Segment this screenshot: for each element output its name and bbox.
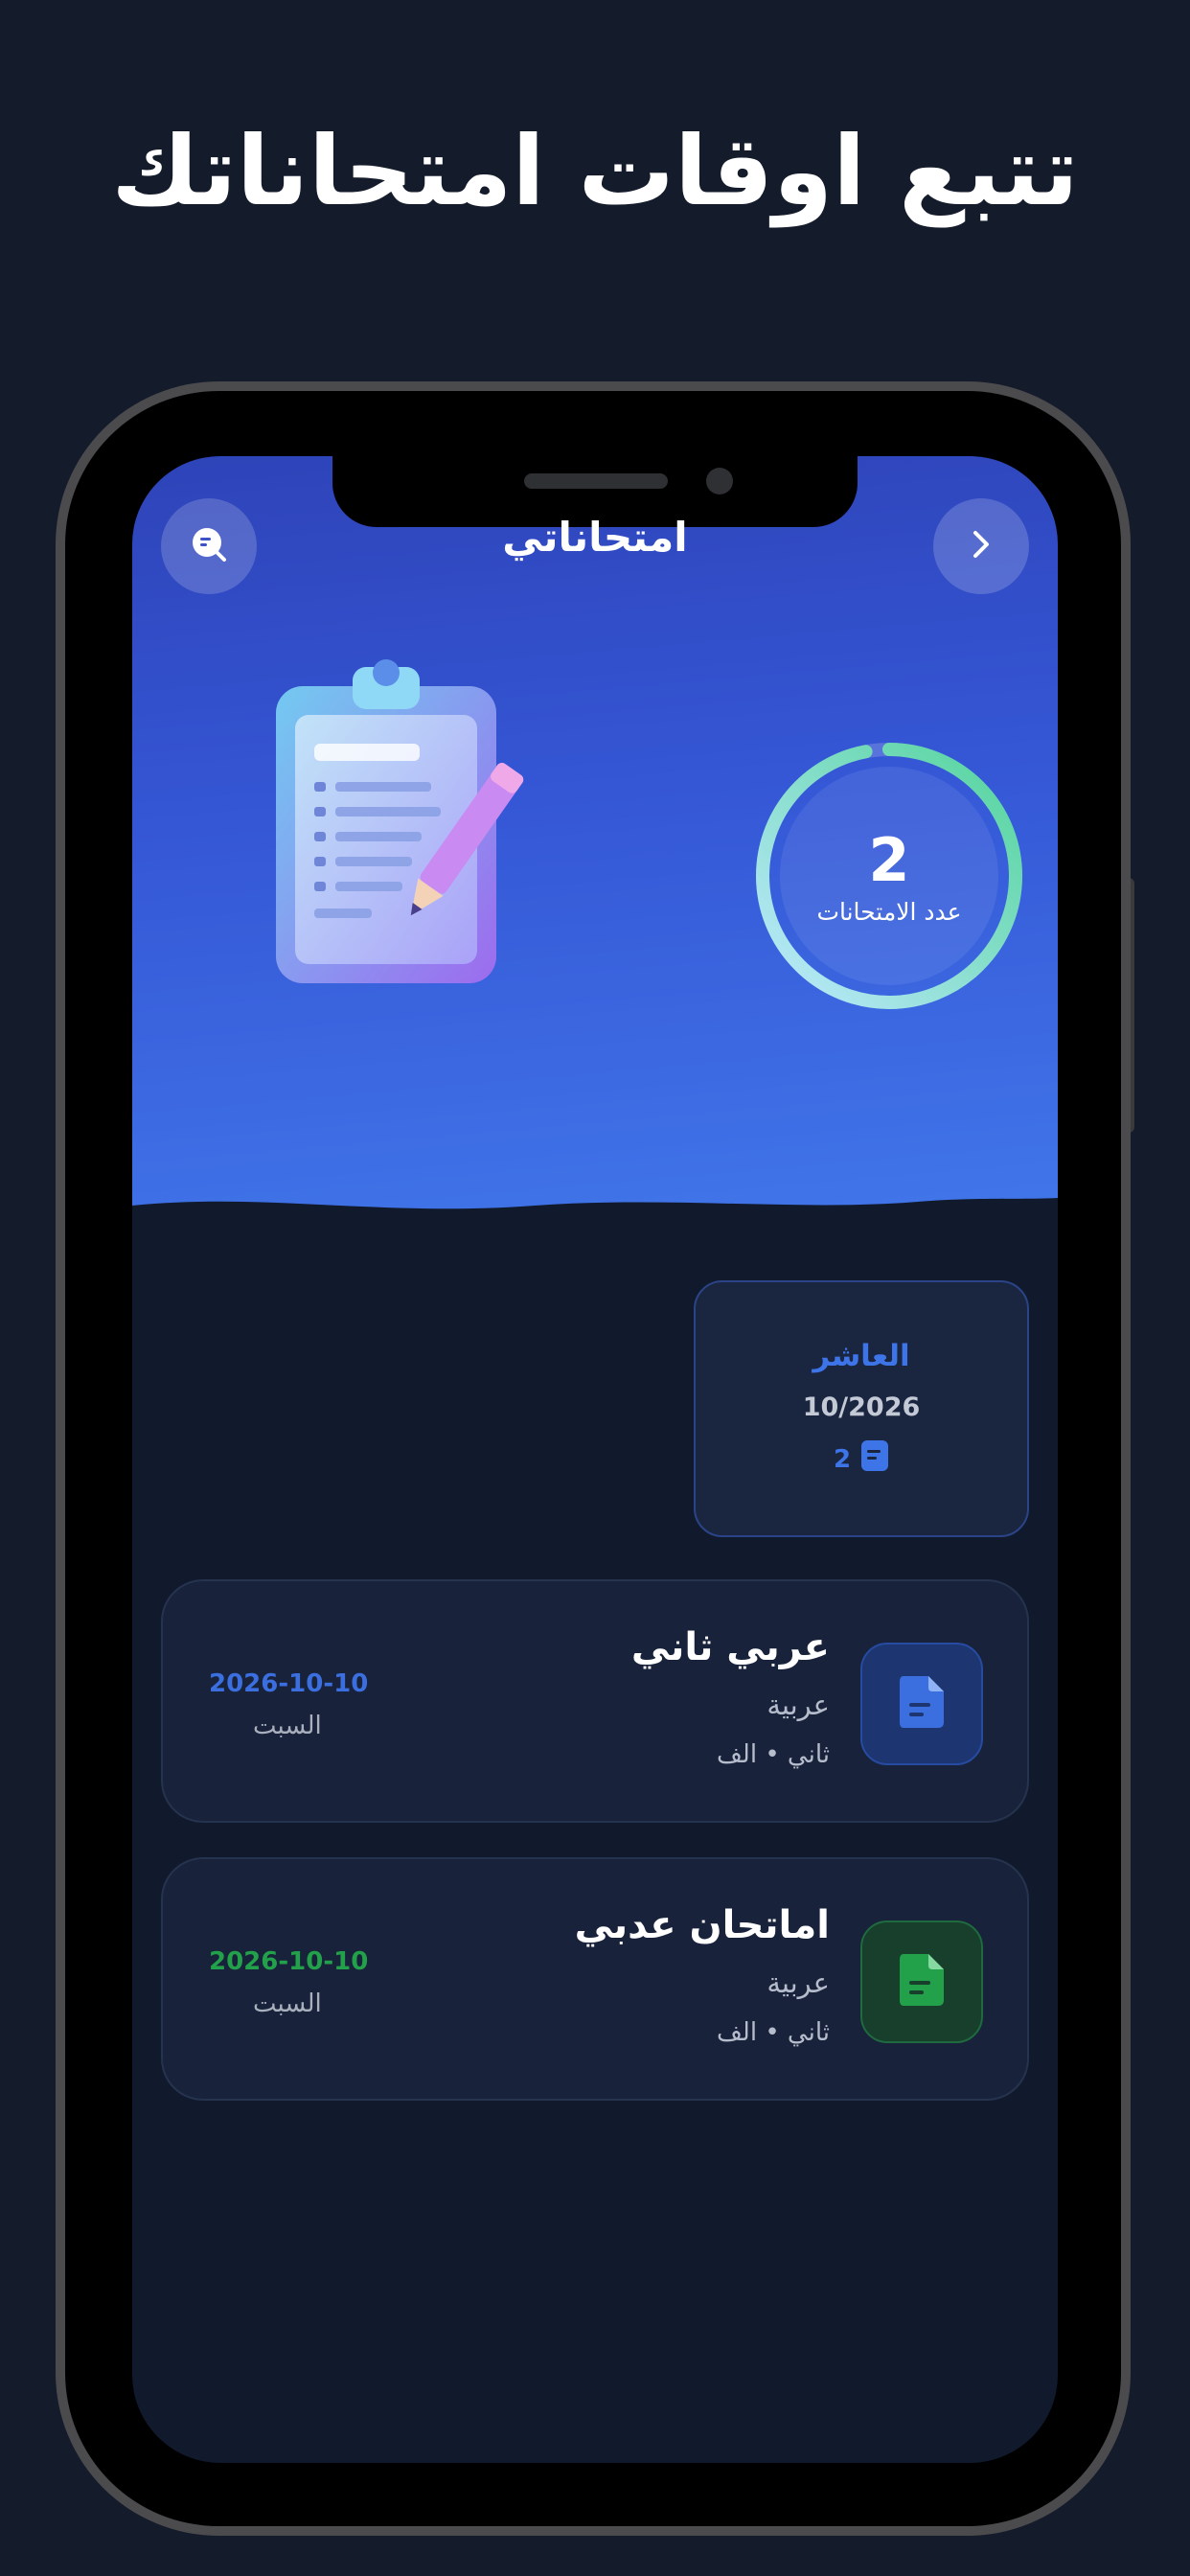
page-title: امتحاناتي bbox=[502, 514, 688, 561]
app-screen: امتحاناتي 2 عدد الامتحانات العاشر 10/202… bbox=[132, 456, 1058, 2463]
clipboard-pencil-icon bbox=[276, 659, 524, 983]
month-count-value: 2 bbox=[833, 1444, 852, 1474]
back-button[interactable] bbox=[933, 498, 1029, 594]
exam-count-label: عدد الامتحانات bbox=[816, 897, 962, 926]
exam-class: ثاني • الف bbox=[717, 2018, 830, 2047]
exam-title: اماتحان عدبي bbox=[574, 1903, 830, 1947]
chevron-right-icon bbox=[962, 525, 1000, 567]
exam-card[interactable]: عربي ثاني عربية ثاني • الف 2026-10-10 ال… bbox=[161, 1579, 1029, 1823]
month-name: العاشر bbox=[812, 1339, 910, 1373]
exam-card[interactable]: اماتحان عدبي عربية ثاني • الف 2026-10-10… bbox=[161, 1857, 1029, 2101]
month-card[interactable]: العاشر 10/2026 2 bbox=[694, 1280, 1029, 1537]
exam-count-display: 2 عدد الامتحانات bbox=[780, 767, 998, 985]
exam-day: السبت bbox=[253, 1990, 322, 2018]
notch-speaker bbox=[524, 473, 668, 489]
exam-date: 2026-10-10 bbox=[209, 1669, 369, 1698]
exam-day: السبت bbox=[253, 1712, 322, 1740]
notch-camera bbox=[706, 468, 733, 494]
exam-icon-box bbox=[860, 1643, 983, 1765]
phone-power-button bbox=[1123, 878, 1134, 1133]
document-icon bbox=[860, 1439, 889, 1479]
exam-subject: عربية bbox=[767, 1689, 830, 1721]
month-date: 10/2026 bbox=[802, 1392, 921, 1422]
exam-class: ثاني • الف bbox=[717, 1740, 830, 1769]
exam-icon-box bbox=[860, 1920, 983, 2043]
month-exam-count: 2 bbox=[834, 1439, 889, 1479]
document-icon bbox=[898, 1674, 946, 1734]
hero-wave bbox=[132, 1198, 1058, 1242]
headline: تتبع اوقات امتحاناتك bbox=[111, 115, 1079, 227]
exam-count-value: 2 bbox=[868, 824, 910, 895]
exam-title: عربي ثاني bbox=[630, 1625, 830, 1669]
document-icon bbox=[898, 1952, 946, 2012]
exam-subject: عربية bbox=[767, 1966, 830, 1999]
exam-date: 2026-10-10 bbox=[209, 1947, 369, 1976]
